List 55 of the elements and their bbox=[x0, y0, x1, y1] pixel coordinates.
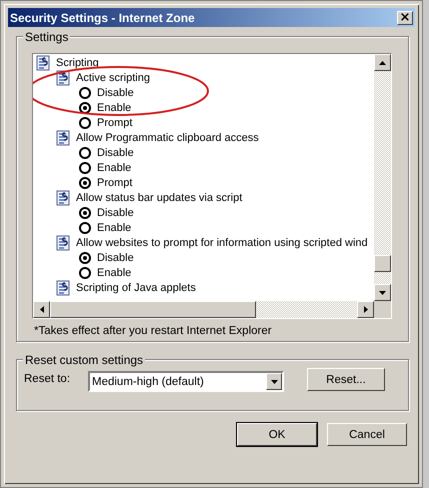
radio-button[interactable] bbox=[79, 222, 91, 234]
option-label[interactable]: Disable bbox=[97, 86, 134, 98]
cancel-button[interactable]: Cancel bbox=[327, 423, 407, 446]
radio-button[interactable] bbox=[79, 146, 91, 158]
option-label[interactable]: Disable bbox=[97, 252, 134, 264]
scroll-up-button[interactable] bbox=[374, 54, 391, 71]
setting-label: Allow Programmatic clipboard access bbox=[76, 132, 259, 144]
close-button[interactable]: × bbox=[397, 10, 413, 24]
option-label[interactable]: Enable bbox=[97, 266, 132, 278]
radio-button[interactable] bbox=[79, 116, 91, 128]
option-label[interactable]: Disable bbox=[97, 206, 134, 218]
setting-label: Active scripting bbox=[76, 72, 150, 84]
window-title: Security Settings - Internet Zone bbox=[10, 10, 195, 24]
radio-button[interactable] bbox=[79, 86, 91, 98]
settings-icon bbox=[55, 190, 71, 206]
radio-button[interactable] bbox=[79, 206, 91, 218]
radio-button[interactable] bbox=[79, 252, 91, 264]
option-label[interactable]: Disable bbox=[97, 146, 134, 158]
group-label: Settings bbox=[23, 30, 70, 44]
option-label[interactable]: Enable bbox=[97, 102, 132, 114]
left-arrow-icon bbox=[40, 306, 44, 313]
option-label[interactable]: Enable bbox=[97, 222, 132, 234]
setting-label: Scripting of Java applets bbox=[76, 282, 196, 294]
settings-icon bbox=[55, 280, 71, 296]
right-arrow-icon bbox=[364, 306, 368, 313]
radio-button[interactable] bbox=[79, 162, 91, 174]
radio-button[interactable] bbox=[79, 102, 91, 114]
option-label[interactable]: Enable bbox=[97, 162, 132, 174]
scroll-down-button[interactable] bbox=[374, 284, 391, 301]
radio-button[interactable] bbox=[79, 266, 91, 278]
field-label: Reset to: bbox=[24, 372, 72, 385]
option-label[interactable]: Prompt bbox=[97, 176, 132, 188]
group-label: Reset custom settings bbox=[23, 353, 146, 367]
ok-button[interactable]: OK bbox=[237, 423, 317, 446]
reset-button[interactable]: Reset... bbox=[307, 368, 385, 391]
vertical-scrollbar[interactable] bbox=[374, 54, 391, 301]
option-label[interactable]: Prompt bbox=[97, 116, 132, 128]
settings-icon bbox=[35, 54, 51, 70]
setting-label: Allow status bar updates via script bbox=[76, 192, 242, 204]
horizontal-scrollbar[interactable] bbox=[33, 301, 374, 318]
setting-label: Allow websites to prompt for information using scripted wind bbox=[76, 236, 368, 248]
down-arrow-icon bbox=[379, 290, 386, 294]
scrollbar-corner bbox=[374, 301, 391, 318]
scroll-thumb[interactable] bbox=[50, 301, 256, 318]
category-label: Scripting bbox=[56, 56, 99, 68]
up-arrow-icon bbox=[379, 60, 386, 64]
reset-dropdown[interactable]: Medium-high (default) bbox=[88, 371, 284, 392]
radio-button[interactable] bbox=[79, 176, 91, 188]
scroll-thumb[interactable] bbox=[374, 255, 391, 272]
scroll-left-button[interactable] bbox=[33, 301, 50, 318]
settings-icon bbox=[55, 234, 71, 250]
settings-icon bbox=[55, 130, 71, 146]
note-text: *Takes effect after you restart Internet Explorer bbox=[33, 324, 273, 337]
dropdown-arrow-icon bbox=[270, 380, 278, 384]
scroll-right-button[interactable] bbox=[357, 301, 374, 318]
